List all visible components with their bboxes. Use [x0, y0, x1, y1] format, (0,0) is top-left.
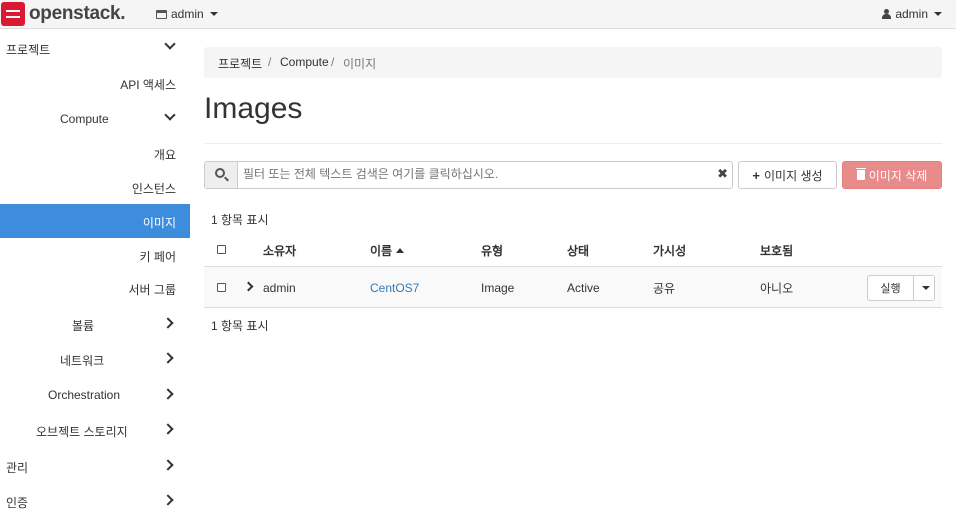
row-action-group: 실행: [867, 275, 935, 301]
openstack-logo-icon: [1, 2, 25, 26]
sidebar-item-api-access[interactable]: API 액세스: [0, 66, 190, 100]
sidebar-item-label: 인증: [6, 496, 29, 510]
delete-images-button[interactable]: 이미지 삭제: [842, 161, 942, 189]
item-count-bottom: 1 항목 표시: [211, 319, 269, 333]
chevron-down-icon: [164, 109, 176, 121]
top-navbar: openstack. admin admin: [0, 0, 956, 29]
sidebar-item-compute[interactable]: Compute: [0, 102, 190, 136]
user-menu[interactable]: admin: [882, 7, 942, 21]
item-count-top: 1 항목 표시: [211, 213, 269, 227]
column-header-protected[interactable]: 보호됨: [760, 242, 793, 259]
sidebar-item-label: 이미지: [142, 216, 176, 230]
chevron-right-icon: [162, 459, 174, 471]
column-header-name[interactable]: 이름: [370, 242, 405, 259]
cell-name-link[interactable]: CentOS7: [370, 281, 419, 295]
logo-text: openstack.: [29, 3, 126, 24]
cell-type: Image: [481, 281, 515, 295]
cell-visibility: 공유: [653, 281, 676, 296]
sidebar-item-volumes[interactable]: 볼륨: [0, 307, 190, 341]
project-icon: [156, 9, 167, 19]
sidebar-item-label: 네트워크: [60, 354, 105, 368]
column-header-owner[interactable]: 소유자: [263, 242, 296, 259]
sidebar-item-images[interactable]: 이미지: [0, 204, 190, 238]
breadcrumb: 프로젝트 / Compute / 이미지: [204, 47, 942, 78]
sidebar-item-server-groups[interactable]: 서버 그룹: [0, 271, 190, 305]
search-addon: [205, 162, 238, 188]
row-checkbox[interactable]: [217, 283, 226, 292]
launch-button[interactable]: 실행: [868, 276, 914, 300]
sidebar-item-label: 오브젝트 스토리지: [36, 425, 128, 439]
sidebar-item-network[interactable]: 네트워크: [0, 342, 190, 376]
cell-status: Active: [567, 281, 600, 295]
sidebar-item-object-storage[interactable]: 오브젝트 스토리지: [0, 413, 190, 447]
clear-icon[interactable]: ✖: [717, 166, 728, 182]
sidebar-item-admin[interactable]: 관리: [0, 449, 190, 483]
sidebar-item-label: 볼륨: [72, 319, 95, 333]
sidebar-item-label: 관리: [6, 461, 29, 475]
chevron-right-icon: [162, 317, 174, 329]
create-image-label: 이미지 생성: [764, 168, 823, 183]
column-header-status[interactable]: 상태: [567, 242, 589, 259]
search-icon: [215, 168, 225, 178]
page-title: Images: [204, 92, 303, 125]
sidebar-item-instances[interactable]: 인스턴스: [0, 170, 190, 204]
chevron-right-icon: [162, 423, 174, 435]
divider: [204, 143, 942, 144]
project-selector[interactable]: admin: [156, 7, 218, 21]
chevron-right-icon: [162, 352, 174, 364]
sort-ascending-icon: [396, 248, 405, 253]
plus-icon: +: [752, 167, 761, 183]
search-input[interactable]: [243, 167, 713, 181]
row-actions-dropdown[interactable]: [915, 276, 935, 300]
cell-protected: 아니오: [760, 281, 794, 296]
caret-down-icon: [922, 286, 930, 290]
chevron-right-icon: [162, 388, 174, 400]
breadcrumb-current: 이미지: [343, 57, 377, 71]
caret-down-icon: [209, 12, 218, 16]
breadcrumb-project[interactable]: 프로젝트: [218, 55, 262, 72]
sidebar-item-label: 프로젝트: [6, 43, 51, 57]
sidebar-item-key-pairs[interactable]: 키 페어: [0, 238, 190, 272]
chevron-right-icon: [162, 494, 174, 506]
create-image-button[interactable]: + 이미지 생성: [738, 161, 837, 189]
user-name: admin: [895, 7, 928, 21]
breadcrumb-compute[interactable]: Compute: [280, 55, 329, 69]
openstack-logo[interactable]: openstack.: [1, 1, 126, 27]
chevron-down-icon: [164, 38, 176, 50]
caret-down-icon: [934, 12, 942, 16]
sidebar-item-identity[interactable]: 인증: [0, 484, 190, 518]
sidebar-item-label: Orchestration: [48, 388, 121, 402]
sidebar-item-label: 인스턴스: [131, 182, 176, 196]
column-header-visibility[interactable]: 가시성: [653, 242, 686, 259]
sidebar-item-label: 서버 그룹: [128, 283, 177, 297]
sidebar-item-label: API 액세스: [120, 78, 176, 92]
select-all-checkbox[interactable]: [217, 245, 226, 254]
column-header-name-label: 이름: [370, 244, 393, 258]
column-header-type[interactable]: 유형: [481, 242, 503, 259]
project-name: admin: [171, 7, 204, 21]
sidebar: 프로젝트 API 액세스 Compute 개요 인스턴스 이미지 키 페어 서버…: [0, 29, 190, 523]
sidebar-item-orchestration[interactable]: Orchestration: [0, 378, 190, 412]
breadcrumb-separator: /: [331, 55, 335, 69]
user-icon: [882, 9, 892, 19]
sidebar-item-label: 키 페어: [139, 250, 176, 264]
sidebar-item-project[interactable]: 프로젝트: [0, 31, 190, 65]
sidebar-item-label: 개요: [153, 148, 176, 162]
trash-icon: [855, 168, 866, 180]
sidebar-item-overview[interactable]: 개요: [0, 136, 190, 170]
search-box: ✖: [204, 161, 733, 189]
sidebar-item-label: Compute: [60, 112, 109, 126]
delete-images-label: 이미지 삭제: [868, 168, 928, 183]
cell-owner: admin: [263, 281, 296, 295]
breadcrumb-separator: /: [268, 55, 272, 69]
